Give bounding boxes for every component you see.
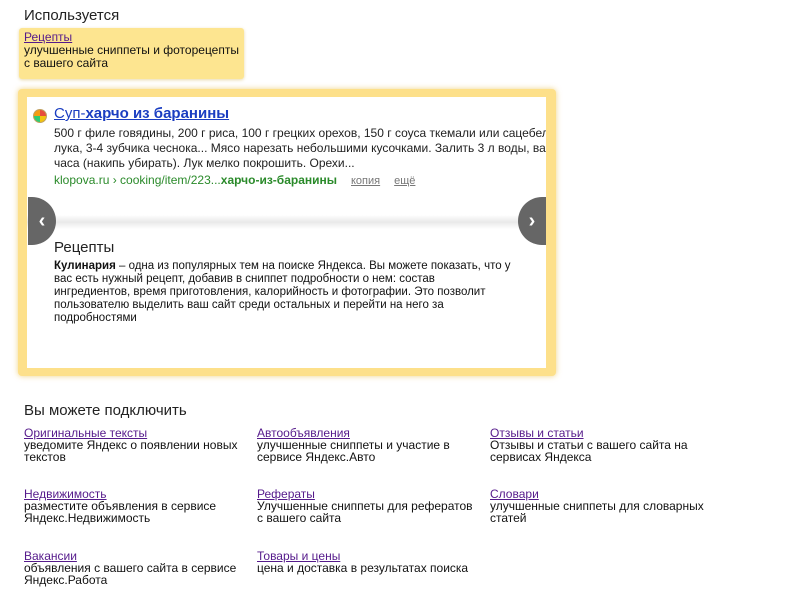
more-link[interactable]: ещё <box>394 175 415 187</box>
site-favicon-icon <box>33 109 47 123</box>
feature-title: Рецепты <box>54 239 115 256</box>
connect-item-desc: улучшенные сниппеты и участие в сервисе … <box>257 438 450 464</box>
snippet-title-bold: харчо из баранины <box>85 105 230 122</box>
connect-section-title: Вы можете подключить <box>24 402 187 419</box>
connect-item-auto[interactable]: Автообъявления улучшенные сниппеты и уча… <box>257 427 477 463</box>
used-item-recipes[interactable]: Рецепты улучшенные сниппеты и фоторецепт… <box>19 28 244 79</box>
feature-carousel: Суп-харчо из баранины 500 г филе говядин… <box>18 89 556 376</box>
snippet-url-bold[interactable]: харчо-из-баранины <box>221 173 337 187</box>
feature-description: Кулинария – одна из популярных тем на по… <box>54 260 514 325</box>
snippet-text: 500 г филе говядины, 200 г риса, 100 г г… <box>54 126 546 171</box>
connect-item-goods[interactable]: Товары и цены цена и доставка в результа… <box>257 550 477 574</box>
connect-item-desc: уведомите Яндекс о появлении новых текст… <box>24 438 238 464</box>
connect-item-realty[interactable]: Недвижимость разместите объявления в сер… <box>24 488 244 524</box>
connect-item-original-texts[interactable]: Оригинальные тексты уведомите Яндекс о п… <box>24 427 244 463</box>
snippet-url: klopova.ru › cooking/item/223...харчо-из… <box>54 173 415 187</box>
page: Используется Рецепты улучшенные сниппеты… <box>0 0 800 605</box>
carousel-slide: Суп-харчо из баранины 500 г филе говядин… <box>27 97 546 368</box>
connect-item-desc: Отзывы и статьи с вашего сайта на сервис… <box>490 438 688 464</box>
feature-desc-bold: Кулинария <box>54 260 116 272</box>
chevron-left-icon: ‹ <box>38 209 46 232</box>
feature-desc-rest: – одна из популярных тем на поиске Яндек… <box>54 260 511 324</box>
snippet-url-prefix[interactable]: klopova.ru › cooking/item/223... <box>54 173 221 187</box>
snippet-title-prefix: Суп- <box>54 105 86 122</box>
copy-link[interactable]: копия <box>351 175 380 187</box>
connect-item-desc: Улучшенные сниппеты для рефератов с ваше… <box>257 499 473 525</box>
connect-item-dictionaries[interactable]: Словари улучшенные сниппеты для словарны… <box>490 488 710 524</box>
connect-item-desc: разместите объявления в сервисе Яндекс.Н… <box>24 499 217 525</box>
connect-item-reviews[interactable]: Отзывы и статьи Отзывы и статьи с вашего… <box>490 427 710 463</box>
connect-item-desc: объявления с вашего сайта в сервисе Янде… <box>24 561 237 587</box>
used-section-title: Используется <box>24 7 120 24</box>
slide-divider <box>27 215 546 229</box>
connect-item-abstracts[interactable]: Рефераты Улучшенные сниппеты для реферат… <box>257 488 477 524</box>
connect-item-vacancies[interactable]: Вакансии объявления с вашего сайта в сер… <box>24 550 244 586</box>
chevron-right-icon: › <box>528 209 536 232</box>
snippet-text-line: лука, 3-4 зубчика чеснока... Мясо нареза… <box>54 141 546 155</box>
snippet-title-link[interactable]: Суп-харчо из баранины <box>54 105 229 122</box>
connect-item-desc: цена и доставка в результатах поиска <box>257 561 469 575</box>
used-item-desc: улучшенные сниппеты и фоторецепты с ваше… <box>24 43 239 70</box>
connect-item-desc: улучшенные сниппеты для словарных статей <box>490 499 704 525</box>
snippet-text-line: часа (накипь убирать). Лук мелко покроши… <box>54 156 355 170</box>
snippet-text-line: 500 г филе говядины, 200 г риса, 100 г г… <box>54 126 546 140</box>
